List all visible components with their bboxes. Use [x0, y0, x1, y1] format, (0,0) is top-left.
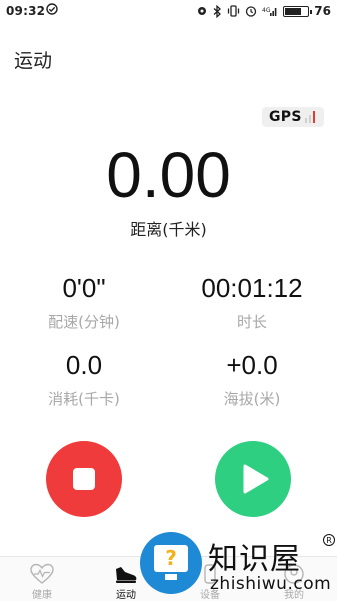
pace-stat: 0'0" 配速(分钟): [0, 273, 168, 332]
check-circle-icon: [46, 3, 58, 15]
tab-health-label: 健康: [32, 590, 52, 601]
stop-button[interactable]: [46, 441, 122, 517]
altitude-label: 海拔(米): [223, 390, 281, 408]
watermark-logo: ?: [140, 532, 202, 594]
pace-value: 0'0": [62, 273, 106, 303]
watermark: ? 知识屋 R zhishiwu.com: [140, 532, 337, 600]
tab-health[interactable]: 健康: [0, 557, 84, 601]
calories-stat: 0.0 消耗(千卡): [0, 350, 168, 409]
bluetooth-icon: [213, 4, 222, 18]
altitude-value: +0.0: [226, 350, 278, 380]
location-icon: [198, 7, 207, 15]
question-mark-icon: ?: [165, 546, 177, 570]
altitude-stat: +0.0 海拔(米): [168, 350, 336, 409]
distance-label: 距离(千米): [130, 220, 207, 239]
gps-label: GPS: [269, 109, 302, 125]
registered-mark-icon: R: [323, 534, 335, 546]
status-time: 09:32: [6, 4, 46, 18]
heart-pulse-icon: [30, 563, 54, 584]
gps-signal-icon: [304, 111, 315, 123]
calories-value: 0.0: [65, 350, 103, 380]
watermark-domain: zhishiwu.com: [210, 574, 332, 594]
watermark-name: 知识屋: [208, 542, 301, 577]
gps-signal-bar: [308, 115, 311, 123]
battery-icon: [283, 5, 313, 17]
duration-stat: 00:01:12 时长: [168, 273, 336, 332]
page-title: 运动: [14, 50, 53, 72]
battery-percent: 76: [314, 4, 331, 18]
gps-status-badge: GPS: [262, 107, 324, 127]
start-button[interactable]: [215, 441, 291, 517]
distance-value: 0.00: [106, 139, 231, 211]
duration-value: 00:01:12: [201, 273, 303, 303]
stop-square-icon: [73, 468, 95, 490]
shoe-icon: [116, 567, 137, 583]
play-triangle-icon: [243, 464, 269, 494]
vibrate-icon: [228, 5, 240, 17]
signal-icon: 4G: [262, 7, 277, 16]
gps-signal-bar: [312, 111, 315, 123]
alarm-icon: [246, 6, 257, 17]
pace-label: 配速(分钟): [48, 313, 120, 331]
status-bar: 09:32 4G 76: [0, 0, 337, 22]
gps-signal-bar: [304, 118, 307, 123]
duration-label: 时长: [236, 313, 267, 331]
calories-label: 消耗(千卡): [48, 390, 120, 408]
svg-text:4G: 4G: [262, 7, 271, 14]
